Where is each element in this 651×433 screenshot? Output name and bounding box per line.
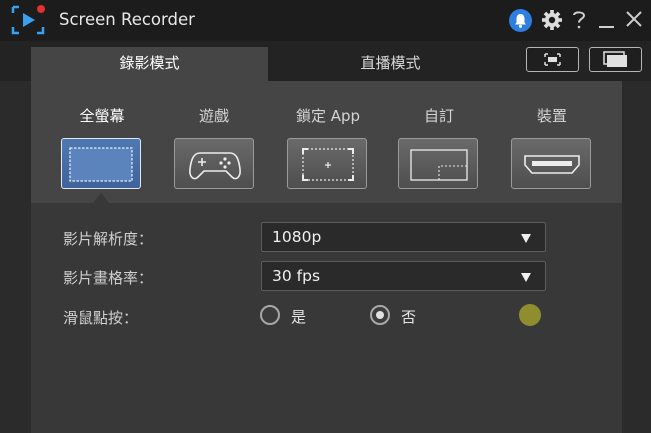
windows-stack-icon	[603, 51, 627, 67]
lock-app-mode-button[interactable]	[287, 138, 367, 189]
framerate-value: 30 fps	[272, 267, 321, 285]
resolution-label: 影片解析度：	[63, 230, 154, 248]
fullscreen-mode-button[interactable]	[61, 138, 141, 189]
resolution-dropdown[interactable]: 1080p	[261, 222, 546, 252]
fullscreen-preview-button[interactable]	[526, 47, 579, 72]
tab-live-mode[interactable]: 直播模式	[268, 47, 513, 81]
notification-bell-icon[interactable]	[509, 9, 532, 32]
settings-gear-icon[interactable]	[541, 8, 563, 32]
mode-tab-bar: 錄影模式 直播模式	[0, 41, 651, 81]
fullscreen-icon	[69, 147, 133, 182]
lock-app-icon	[302, 148, 354, 181]
mode-label-game: 遊戲	[198, 107, 229, 125]
mouse-click-yes-radio[interactable]	[260, 305, 280, 325]
mouse-click-no-radio[interactable]	[370, 305, 390, 325]
tab-recording-mode[interactable]: 錄影模式	[31, 47, 268, 81]
gamepad-icon	[189, 152, 241, 180]
game-mode-button[interactable]	[174, 138, 254, 189]
dropdown-arrow-icon	[521, 273, 531, 282]
mouse-click-label: 滑鼠點按：	[63, 309, 139, 327]
mode-label-device: 裝置	[536, 107, 567, 125]
custom-region-icon	[410, 149, 468, 181]
help-icon[interactable]	[570, 8, 588, 32]
device-mode-button[interactable]	[511, 138, 591, 189]
mode-label-lock-app: 鎖定 App	[295, 107, 361, 125]
mouse-click-no-label: 否	[401, 308, 417, 326]
framerate-label: 影片畫格率：	[63, 269, 154, 287]
click-highlight-color-picker[interactable]	[519, 304, 541, 326]
minimize-icon[interactable]	[598, 8, 616, 32]
dropdown-arrow-icon	[521, 234, 531, 243]
custom-mode-button[interactable]	[398, 138, 478, 189]
resolution-value: 1080p	[272, 228, 322, 246]
app-title: Screen Recorder	[59, 10, 195, 29]
selected-mode-pointer	[93, 193, 109, 203]
framerate-dropdown[interactable]: 30 fps	[261, 261, 546, 291]
mouse-click-yes-label: 是	[291, 308, 307, 326]
title-bar: Screen Recorder	[0, 0, 651, 41]
close-icon[interactable]	[625, 8, 643, 32]
device-hdmi-icon	[524, 155, 580, 174]
mode-label-fullscreen: 全螢幕	[79, 107, 125, 125]
window-mode-button[interactable]	[589, 47, 642, 72]
mode-label-custom: 自訂	[423, 107, 454, 125]
capture-frame-icon	[544, 53, 561, 66]
screen-recorder-logo-icon	[11, 5, 45, 35]
